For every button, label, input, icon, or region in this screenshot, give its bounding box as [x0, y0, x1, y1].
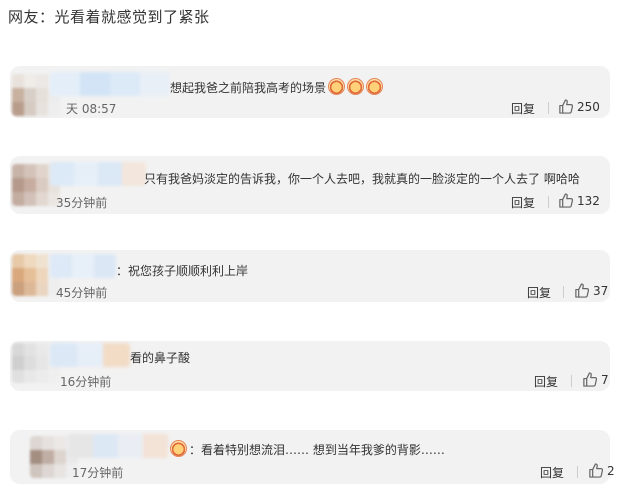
comment-time: 16分钟前 [60, 375, 112, 389]
comment-text: ：看着特别想流泪…… 想到当年我爹的背影…… [170, 440, 445, 458]
like-button[interactable]: 2 [588, 463, 615, 478]
username-blurred[interactable] [50, 343, 130, 367]
comment-time: 35分钟前 [56, 196, 108, 210]
reply-button[interactable]: 回复 [540, 464, 564, 481]
comment-card: 只有我爸妈淡定的告诉我，你一个人去吧，我就真的一脸淡定的一个人去了 啊哈哈 35… [10, 156, 610, 214]
laughing-face-icon [366, 78, 384, 95]
laughing-face-icon [347, 78, 365, 95]
like-button[interactable]: 37 [574, 283, 608, 298]
username-blurred[interactable] [50, 162, 146, 186]
comment-card: ：祝您孩子顺顺利利上岸 45分钟前 回复 37 [10, 250, 610, 302]
like-button[interactable]: 132 [558, 193, 600, 208]
comment-card: 想起我爸之前陪我高考的场景 天 08:57 回复 250 [10, 66, 610, 118]
emoji-icon [170, 440, 187, 457]
comment-time: 17分钟前 [72, 466, 124, 480]
username-blurred[interactable] [68, 434, 168, 458]
reply-button[interactable]: 回复 [511, 194, 535, 211]
headline: 网友：光看着就感觉到了紧张 [8, 8, 210, 26]
thumbs-up-icon [559, 193, 573, 208]
like-button[interactable]: 7 [582, 372, 609, 387]
comment-text: 只有我爸妈淡定的告诉我，你一个人去吧，我就真的一脸淡定的一个人去了 啊哈哈 [144, 172, 580, 186]
comment-card: ：看着特别想流泪…… 想到当年我爹的背影…… 17分钟前 回复 2 [10, 430, 615, 484]
laughing-face-icon [328, 78, 346, 95]
comment-text: 想起我爸之前陪我高考的场景 [170, 78, 384, 96]
divider [548, 196, 549, 208]
reply-button[interactable]: 回复 [527, 284, 551, 301]
like-button[interactable]: 250 [558, 99, 600, 114]
username-blurred[interactable] [50, 254, 116, 278]
comment-time: 45分钟前 [56, 286, 108, 300]
thumbs-up-icon [583, 372, 597, 387]
divider [548, 102, 549, 114]
divider [563, 286, 564, 298]
weibo-comment-screenshot: 网友：光看着就感觉到了紧张 想起我爸之前陪我高考的场景 天 08:57 回复 2… [0, 0, 632, 503]
comment-text: 看的鼻子酸 [130, 351, 191, 365]
thumbs-up-icon [589, 463, 603, 478]
comment-time: 天 08:57 [66, 102, 117, 116]
reply-button[interactable]: 回复 [534, 373, 558, 390]
divider [571, 375, 572, 387]
divider [577, 466, 578, 478]
comment-text: ：祝您孩子顺顺利利上岸 [116, 264, 249, 278]
thumbs-up-icon [559, 99, 573, 114]
username-blurred[interactable] [50, 72, 170, 96]
thumbs-up-icon [575, 283, 589, 298]
reply-button[interactable]: 回复 [511, 100, 535, 117]
comment-card: 看的鼻子酸 16分钟前 回复 7 [10, 341, 610, 391]
